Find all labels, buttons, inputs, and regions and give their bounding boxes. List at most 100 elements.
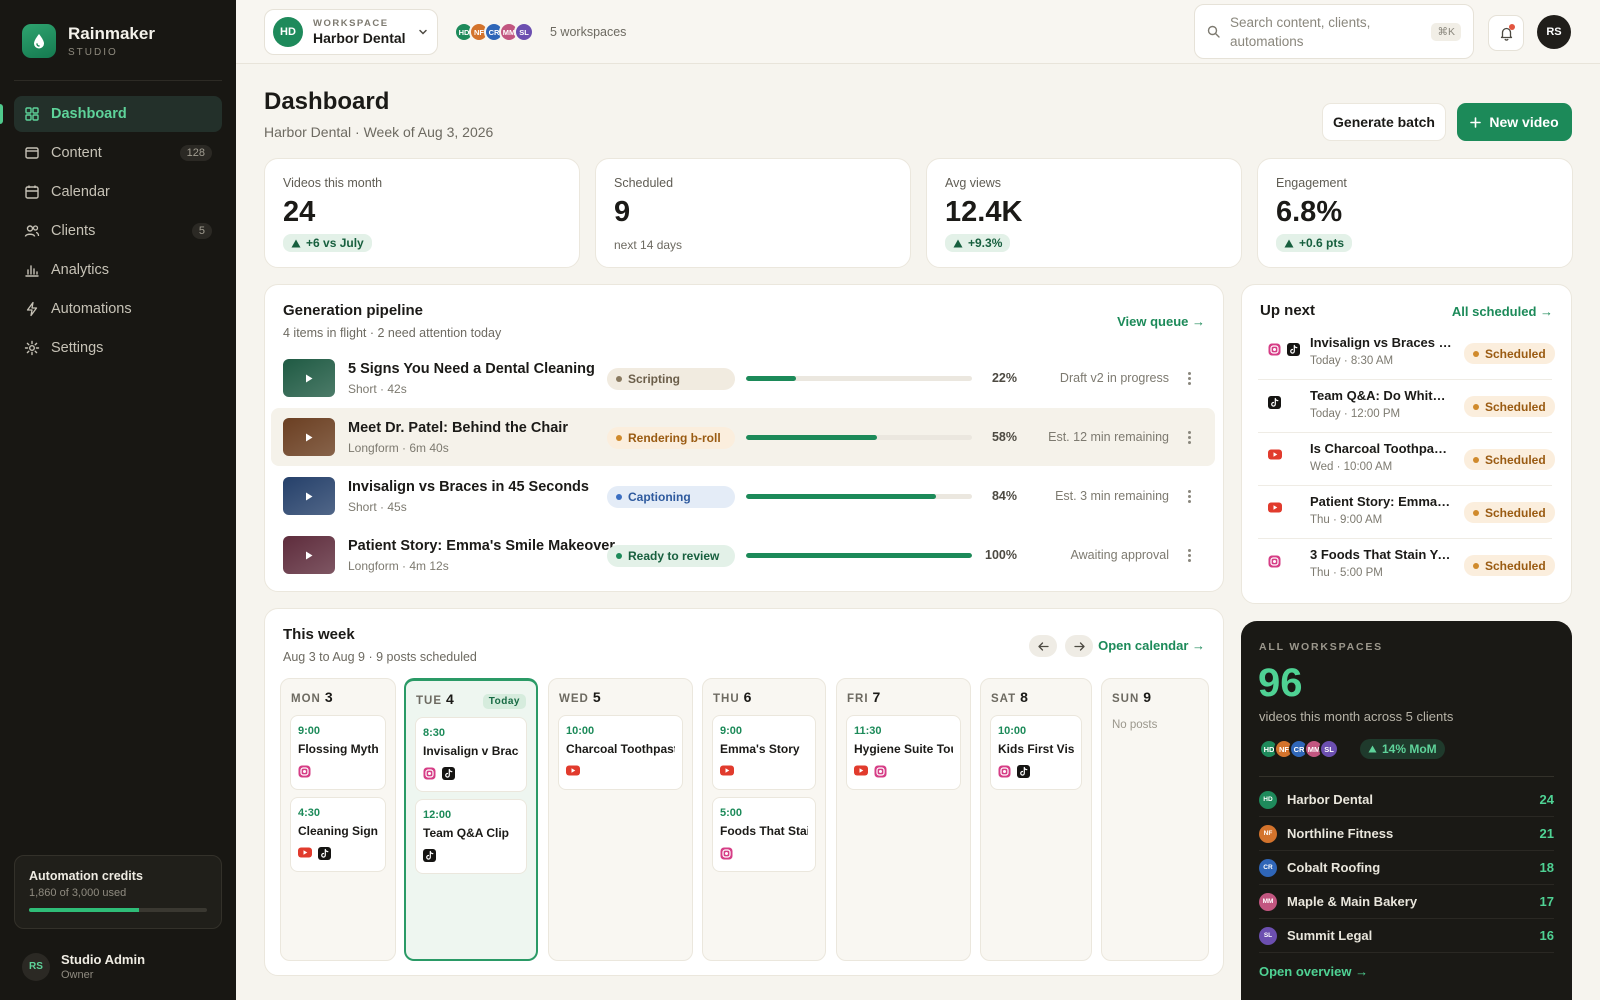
workspace-switcher[interactable]: HD WORKSPACE Harbor Dental bbox=[264, 9, 438, 55]
event-time: 10:00 bbox=[998, 725, 1027, 737]
video-meta: Longform · 4m 12s bbox=[348, 559, 449, 573]
brand[interactable]: Rainmaker STUDIO bbox=[22, 24, 155, 58]
generate-batch-button[interactable]: Generate batch bbox=[1322, 103, 1446, 141]
video-thumbnail[interactable] bbox=[283, 418, 335, 456]
calendar-event[interactable]: 9:00 Flossing Myths bbox=[290, 715, 386, 790]
open-calendar-link[interactable]: Open calendar → bbox=[1098, 638, 1205, 653]
topbar: HD WORKSPACE Harbor Dental HD NF CR MM SL 5 … bbox=[236, 0, 1600, 64]
calendar-event[interactable]: 11:30 Hygiene Suite Tour bbox=[846, 715, 961, 790]
calendar-day-sat[interactable]: SAT 8 10:00 Kids First Visit bbox=[980, 678, 1092, 961]
event-title: Team Q&A Clip bbox=[423, 826, 510, 840]
next-week-button[interactable] bbox=[1065, 635, 1093, 657]
day-of-week: FRI bbox=[847, 693, 869, 705]
prev-week-button[interactable] bbox=[1029, 635, 1057, 657]
status-badge: Scheduled bbox=[1464, 343, 1555, 364]
calendar-day-thu[interactable]: THU 6 9:00 Emma's Story 5:00 Foods That S… bbox=[702, 678, 826, 961]
credits-title: Automation credits bbox=[29, 869, 143, 883]
calendar-event[interactable]: 10:00 Charcoal Toothpaste bbox=[558, 715, 683, 790]
calendar-event[interactable]: 12:00 Team Q&A Clip bbox=[415, 799, 527, 874]
event-title: Flossing Myths bbox=[298, 742, 378, 756]
workspace-count[interactable]: 5 workspaces bbox=[550, 25, 626, 39]
client-row[interactable]: MM Maple & Main Bakery 17 bbox=[1259, 885, 1554, 919]
scheduled-time: Wed · 10:00 AM bbox=[1310, 461, 1393, 473]
pipeline-row[interactable]: Meet Dr. Patel: Behind the Chair Longfor… bbox=[271, 408, 1215, 466]
youtube-icon bbox=[720, 765, 734, 776]
calendar-day-mon[interactable]: MON 3 9:00 Flossing Myths 4:30 Cleaning S… bbox=[280, 678, 396, 961]
sidebar-item-clients[interactable]: Clients 5 bbox=[14, 213, 222, 249]
scheduled-item[interactable]: Team Q&A: Do Whitening Strips Work Today… bbox=[1258, 380, 1555, 433]
progress-bar bbox=[746, 376, 972, 381]
user-menu[interactable]: RS Studio Admin Owner bbox=[22, 952, 145, 981]
calendar-day-wed[interactable]: WED 5 10:00 Charcoal Toothpaste bbox=[548, 678, 693, 961]
notifications-button[interactable] bbox=[1488, 15, 1524, 51]
sidebar-item-settings[interactable]: Settings bbox=[14, 330, 222, 366]
open-overview-link[interactable]: Open overview → bbox=[1259, 964, 1368, 979]
sidebar-item-label: Calendar bbox=[51, 184, 110, 200]
platform-icons bbox=[854, 765, 953, 778]
pipeline-row[interactable]: Patient Story: Emma's Smile Makeover Lon… bbox=[271, 526, 1215, 584]
day-header: WED 5 bbox=[559, 689, 601, 705]
search-input[interactable]: Search content, clients, automations ⌘K bbox=[1194, 4, 1474, 59]
workspace-avatars[interactable]: HD NF CR MM SL bbox=[454, 22, 534, 42]
plus-icon bbox=[1470, 116, 1482, 128]
more-options-icon[interactable] bbox=[1181, 546, 1197, 564]
tiktok-icon bbox=[423, 849, 436, 862]
video-thumbnail[interactable] bbox=[283, 359, 335, 397]
stat-card[interactable]: Videos this month 24 +6 vs July bbox=[264, 158, 580, 268]
sidebar-item-calendar[interactable]: Calendar bbox=[14, 174, 222, 210]
day-header: TUE 4 bbox=[416, 691, 454, 707]
calendar-event[interactable]: 8:30 Invisalign v Braces bbox=[415, 717, 527, 792]
video-thumbnail[interactable] bbox=[283, 536, 335, 574]
bolt-icon bbox=[24, 301, 40, 317]
client-video-count: 24 bbox=[1539, 792, 1554, 807]
more-options-icon[interactable] bbox=[1181, 428, 1197, 446]
scheduled-item[interactable]: 3 Foods That Stain Your Teeth Thu · 5:00… bbox=[1258, 539, 1555, 592]
platform-icons bbox=[998, 765, 1074, 778]
sidebar-item-analytics[interactable]: Analytics bbox=[14, 252, 222, 288]
sidebar-item-content[interactable]: Content 128 bbox=[14, 135, 222, 171]
calendar-event[interactable]: 10:00 Kids First Visit bbox=[990, 715, 1082, 790]
stat-card[interactable]: Scheduled 9 next 14 days bbox=[595, 158, 911, 268]
calendar-day-tue[interactable]: TUE 4 Today 8:30 Invisalign v Braces 12:0… bbox=[404, 678, 538, 961]
video-thumbnail[interactable] bbox=[283, 477, 335, 515]
calendar-icon bbox=[24, 184, 40, 200]
scheduled-item[interactable]: Invisalign vs Braces in 45 Seconds Today… bbox=[1258, 327, 1555, 380]
client-row[interactable]: NF Northline Fitness 21 bbox=[1259, 817, 1554, 851]
sidebar-item-dashboard[interactable]: Dashboard bbox=[0, 96, 222, 132]
calendar-day-fri[interactable]: FRI 7 11:30 Hygiene Suite Tour bbox=[836, 678, 971, 961]
credits-bar-fill bbox=[29, 908, 140, 912]
scheduled-item[interactable]: Patient Story: Emma's Smile Thu · 9:00 A… bbox=[1258, 486, 1555, 539]
more-options-icon[interactable] bbox=[1181, 369, 1197, 387]
pipeline-row[interactable]: 5 Signs You Need a Dental Cleaning Short… bbox=[271, 349, 1215, 407]
play-icon bbox=[305, 374, 313, 383]
brand-sub: STUDIO bbox=[68, 46, 118, 58]
page-title: Dashboard bbox=[264, 88, 390, 115]
calendar-event[interactable]: 5:00 Foods That Stain bbox=[712, 797, 816, 872]
all-scheduled-link[interactable]: All scheduled → bbox=[1452, 304, 1553, 319]
automation-credits[interactable]: Automation credits 1,860 of 3,000 used bbox=[14, 855, 222, 929]
platform-icons bbox=[1268, 555, 1281, 568]
client-row[interactable]: HD Harbor Dental 24 bbox=[1259, 783, 1554, 817]
trend-up-icon bbox=[953, 239, 963, 248]
week-subtitle: Aug 3 to Aug 9 · 9 posts scheduled bbox=[283, 650, 477, 664]
view-queue-link[interactable]: View queue → bbox=[1117, 314, 1205, 329]
day-of-week: MON bbox=[291, 693, 321, 705]
day-number: 5 bbox=[592, 689, 601, 705]
profile-avatar[interactable]: RS bbox=[1537, 15, 1571, 49]
sidebar-item-automations[interactable]: Automations bbox=[14, 291, 222, 327]
calendar-event[interactable]: 9:00 Emma's Story bbox=[712, 715, 816, 790]
scheduled-item[interactable]: Is Charcoal Toothpaste Safe Wed · 10:00 … bbox=[1258, 433, 1555, 486]
tiktok-icon bbox=[1287, 343, 1300, 356]
client-row[interactable]: SL Summit Legal 16 bbox=[1259, 919, 1554, 953]
stat-card[interactable]: Engagement 6.8% +0.6 pts bbox=[1257, 158, 1573, 268]
calendar-event[interactable]: 4:30 Cleaning Signs bbox=[290, 797, 386, 872]
client-row[interactable]: CR Cobalt Roofing 18 bbox=[1259, 851, 1554, 885]
new-video-button[interactable]: New video bbox=[1457, 103, 1572, 141]
stat-card[interactable]: Avg views 12.4K +9.3% bbox=[926, 158, 1242, 268]
status-badge: Scheduled bbox=[1464, 555, 1555, 576]
more-options-icon[interactable] bbox=[1181, 487, 1197, 505]
divider bbox=[1259, 776, 1554, 777]
calendar-day-sun[interactable]: SUN 9 No posts bbox=[1101, 678, 1209, 961]
event-time: 5:00 bbox=[720, 807, 743, 819]
pipeline-row[interactable]: Invisalign vs Braces in 45 Seconds Short… bbox=[271, 467, 1215, 525]
